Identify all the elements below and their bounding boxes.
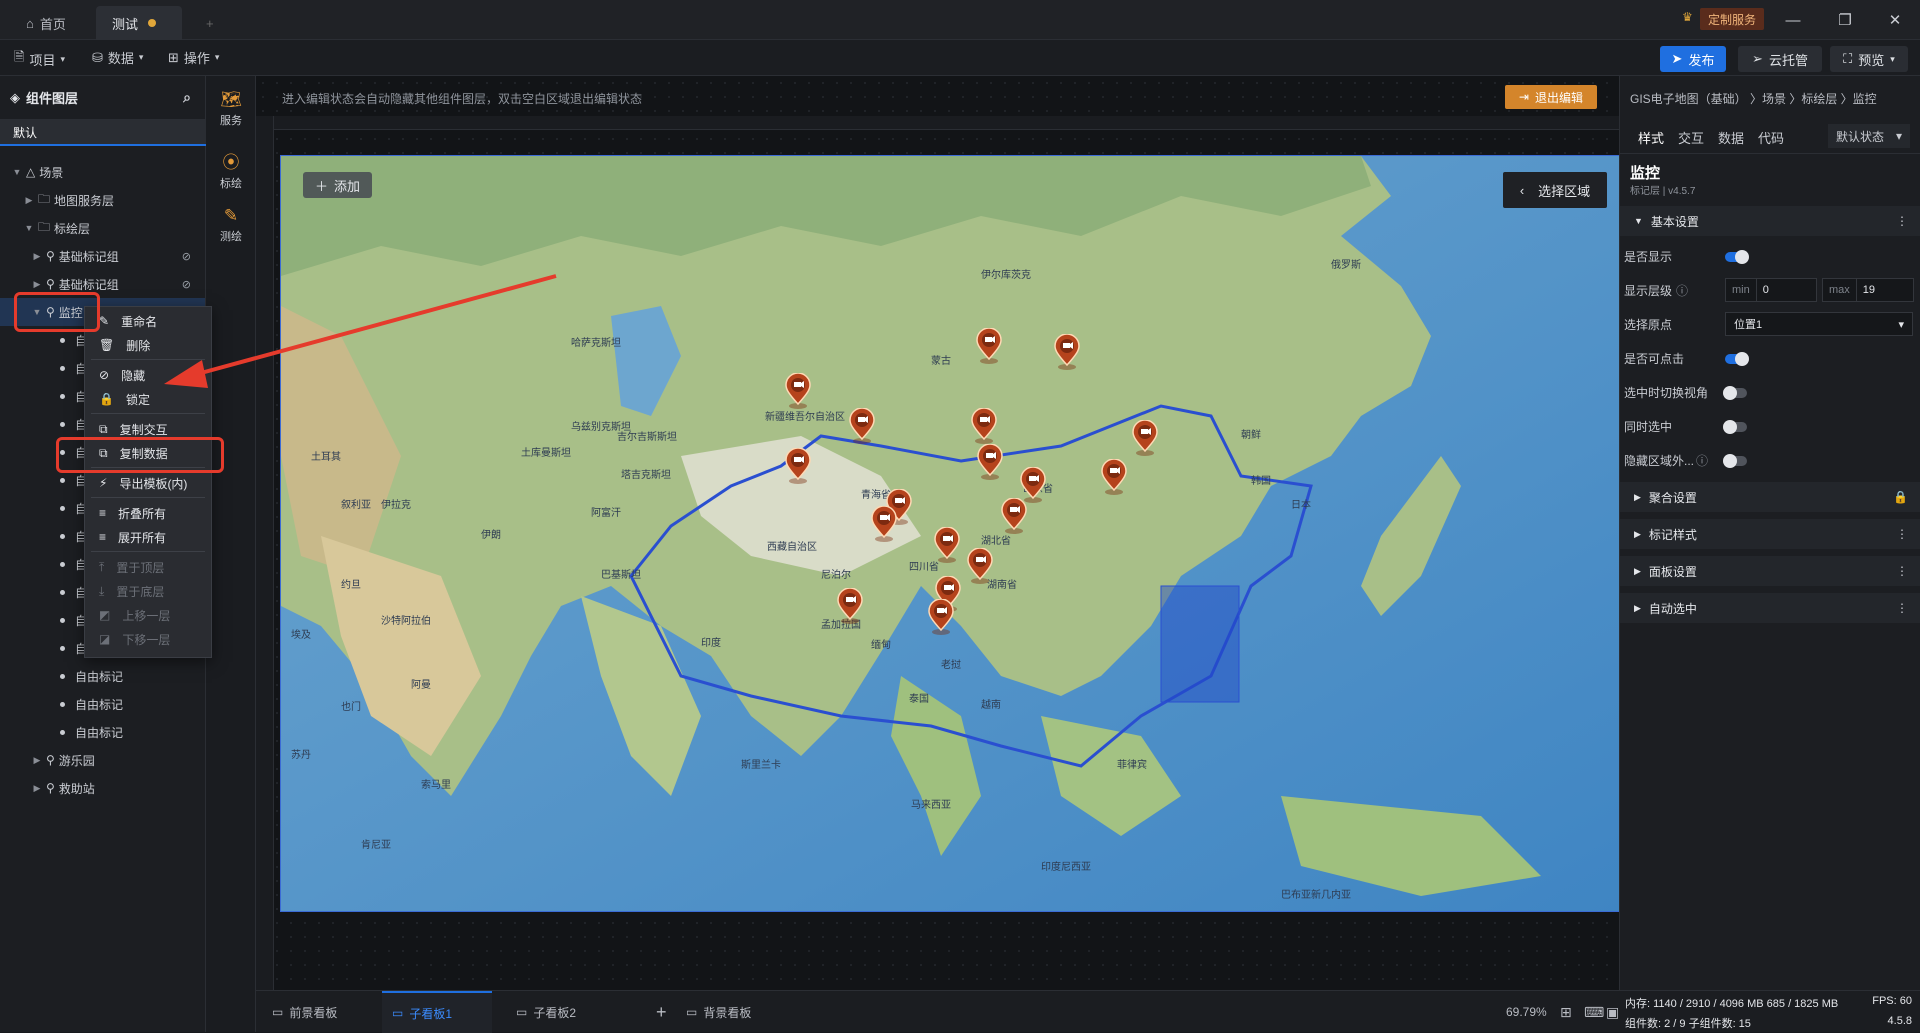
chevron-down-icon: ▾	[1898, 318, 1904, 331]
section-basic[interactable]: ▼ 基本设置 ⋮	[1620, 206, 1920, 236]
prop-visible-label: 是否显示	[1624, 250, 1673, 264]
caret-right-icon: ▶	[1634, 565, 1641, 576]
tab-sub-board-2[interactable]: ▭ 子看板2	[506, 991, 586, 1033]
section-cluster[interactable]: ▶ 聚合设置 🔒	[1620, 482, 1920, 512]
more-icon[interactable]: ⋮	[1896, 214, 1908, 228]
caret-right-icon: ▶	[1634, 602, 1641, 613]
fps-status: FPS: 60	[1872, 995, 1912, 1007]
more-icon[interactable]: ⋮	[1896, 527, 1908, 541]
min-level-input[interactable]: min 0	[1725, 278, 1817, 302]
clickable-toggle[interactable]	[1725, 352, 1749, 366]
tab-sub-board-1[interactable]: ▭ 子看板1	[382, 991, 492, 1033]
board-icon: ▭	[516, 1005, 528, 1019]
section-marker-style[interactable]: ▶ 标记样式 ⋮	[1620, 519, 1920, 549]
tab-foreground-board[interactable]: ▭ 前景看板	[262, 991, 347, 1033]
multi-select-toggle[interactable]	[1723, 420, 1747, 434]
status-bar: 内存: 1140 / 2910 / 4096 MB 685 / 1825 MB …	[1619, 990, 1920, 1032]
component-title: 监控	[1630, 165, 1661, 182]
add-board-button[interactable]: +	[646, 991, 677, 1033]
tab-style[interactable]: 样式	[1638, 128, 1664, 147]
caret-down-icon: ▼	[1634, 216, 1643, 226]
memory-status: 内存: 1140 / 2910 / 4096 MB 685 / 1825 MB	[1625, 998, 1839, 1010]
visible-toggle[interactable]	[1725, 250, 1749, 264]
more-icon[interactable]: ⋮	[1896, 601, 1908, 615]
tab-code[interactable]: 代码	[1758, 128, 1784, 147]
origin-select[interactable]: 位置1 ▾	[1725, 312, 1913, 336]
caret-right-icon: ▶	[1634, 528, 1641, 539]
version-status: 4.5.8	[1887, 1015, 1912, 1027]
tab-interaction[interactable]: 交互	[1678, 128, 1704, 147]
help-icon[interactable]: ⓘ	[1676, 284, 1688, 298]
prop-level-label: 显示层级 ⓘ	[1624, 284, 1689, 298]
property-tabs: 样式 交互 数据 代码 默认状态 ▾	[1620, 118, 1920, 154]
section-auto-select[interactable]: ▶ 自动选中 ⋮	[1620, 593, 1920, 623]
prop-multi-select-label: 同时选中	[1624, 420, 1673, 434]
tab-data[interactable]: 数据	[1718, 128, 1744, 147]
zoom-level[interactable]: 69.79%	[1496, 991, 1557, 1033]
board-icon: ▭	[392, 1006, 404, 1020]
section-panel[interactable]: ▶ 面板设置 ⋮	[1620, 556, 1920, 586]
component-count: 组件数: 2 / 9 子组件数: 15	[1625, 1018, 1751, 1030]
prop-switch-view-label: 选中时切换视角	[1624, 386, 1709, 400]
help-icon[interactable]: ⓘ	[1696, 454, 1708, 468]
component-version: 标记层 | v4.5.7	[1630, 186, 1696, 197]
board-tabs-bar: ▭ 前景看板 ▭ 子看板1 ▭ 子看板2 + ▭ 背景看板 69.79% ⊞ ⌨ ▣	[256, 990, 1619, 1033]
prop-clickable-label: 是否可点击	[1624, 352, 1685, 366]
tab-background-board[interactable]: ▭ 背景看板	[676, 991, 761, 1033]
board-icon: ▭	[686, 1005, 698, 1019]
lock-icon[interactable]: 🔒	[1893, 490, 1908, 504]
breadcrumb: GIS电子地图（基础） 〉场景 〉标绘层 〉监控	[1630, 92, 1877, 106]
prop-origin-label: 选择原点	[1624, 318, 1673, 332]
switch-view-toggle[interactable]	[1723, 386, 1747, 400]
chevron-down-icon: ▾	[1895, 129, 1902, 143]
state-select[interactable]: 默认状态 ▾	[1828, 124, 1910, 148]
prop-hide-outside-label: 隐藏区域外... ⓘ	[1624, 454, 1709, 468]
board-icon: ▭	[272, 1005, 284, 1019]
property-panel: GIS电子地图（基础） 〉场景 〉标绘层 〉监控 样式 交互 数据 代码 默认状…	[1619, 76, 1920, 990]
max-level-input[interactable]: max 19	[1822, 278, 1914, 302]
more-icon[interactable]: ⋮	[1896, 564, 1908, 578]
hide-outside-toggle[interactable]	[1723, 454, 1747, 468]
caret-right-icon: ▶	[1634, 491, 1641, 502]
